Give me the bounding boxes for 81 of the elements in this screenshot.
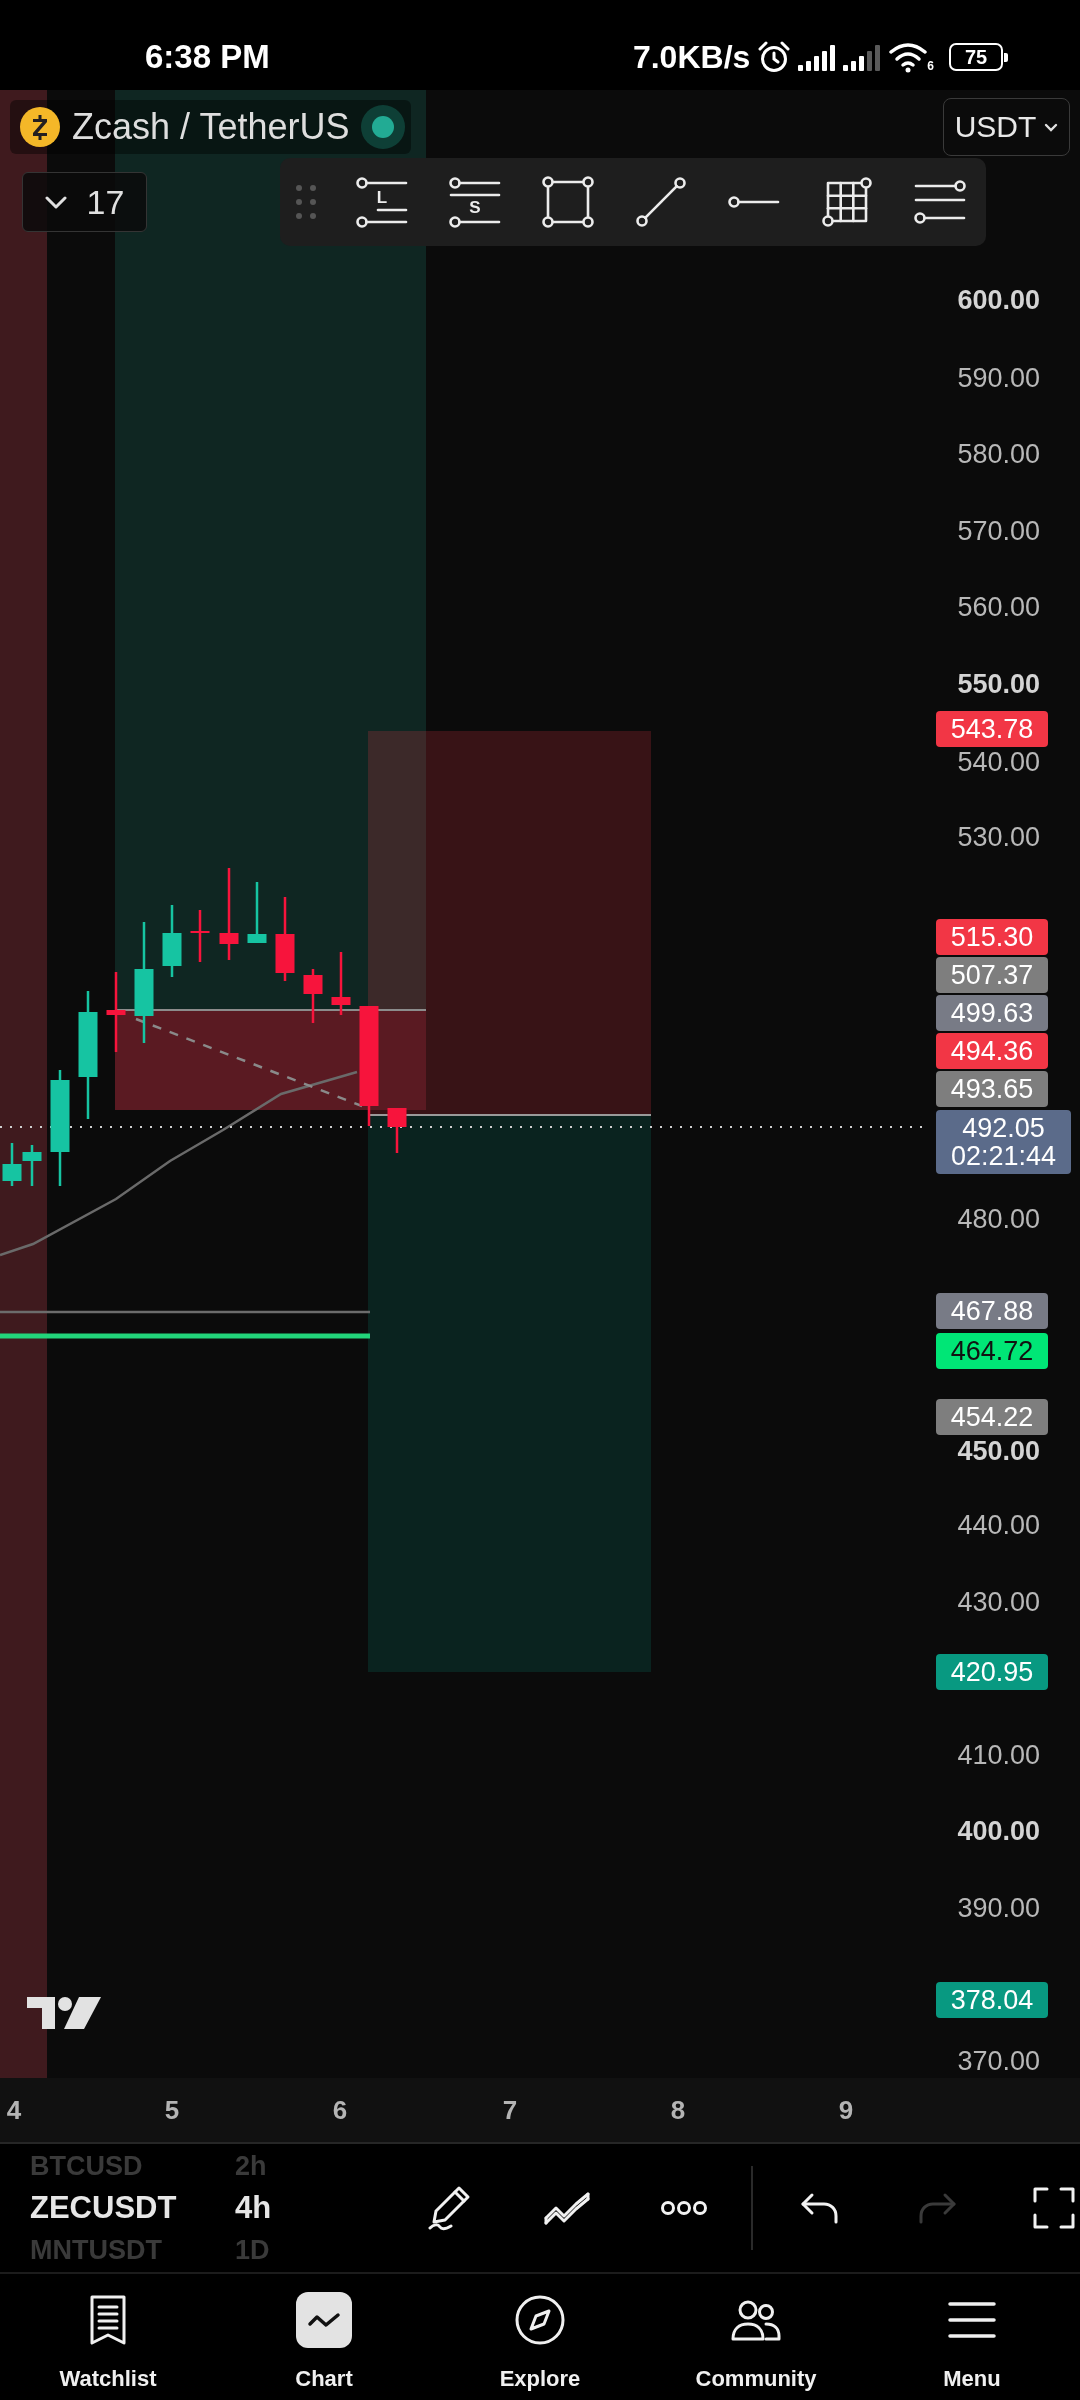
wifi-label: 6: [927, 59, 934, 72]
price-tag: 378.04: [936, 1982, 1048, 2018]
nav-tab[interactable]: Community: [648, 2274, 864, 2400]
candle: [387, 1108, 407, 1153]
price-axis-label: 410.00: [957, 1741, 1040, 1769]
coin-icon: [20, 107, 60, 147]
price-axis-label: 440.00: [957, 1511, 1040, 1539]
symbol-title: Zcash / TetherUS: [72, 106, 350, 148]
network-speed: 7.0KB/s: [632, 38, 751, 76]
price-tag: 543.78: [936, 711, 1048, 747]
price-axis-label: 400.00: [957, 1817, 1040, 1845]
price-axis-label: 540.00: [957, 748, 1040, 776]
price-axis-label: 600.00: [957, 286, 1040, 314]
price-tag: 493.65: [936, 1071, 1048, 1107]
undo-icon: [800, 2191, 840, 2225]
price-axis-label: 450.00: [957, 1437, 1040, 1465]
price-axis-label: 390.00: [957, 1894, 1040, 1922]
price-axis-label: 590.00: [957, 364, 1040, 392]
short-position-tool[interactable]: S: [443, 170, 507, 234]
ray-icon: [728, 196, 780, 208]
candle: [190, 910, 210, 962]
price-tag: 464.72: [936, 1333, 1048, 1369]
price-axis-label: 560.00: [957, 593, 1040, 621]
line-handles-icon: [449, 176, 501, 199]
chevron-down-icon: [1044, 122, 1059, 132]
price-axis-label: 480.00: [957, 1205, 1040, 1233]
price-tag: 467.88: [936, 1293, 1048, 1329]
time-axis-label: 6: [332, 2094, 348, 2126]
candle: [22, 1145, 42, 1186]
signal-icon: [843, 43, 882, 71]
drag-handle-icon: [296, 185, 316, 219]
price-axis-label: 550.00: [957, 670, 1040, 698]
fullscreen-icon: [1032, 2186, 1076, 2230]
countdown-label: 02:21:44: [950, 1142, 1057, 1170]
status-time: 6:38 PM: [145, 38, 270, 76]
signal-icon: [798, 43, 837, 71]
candle: [247, 882, 267, 943]
line-handle-icon: [449, 215, 501, 228]
symbol-picker-row[interactable]: ZECUSDT 4h: [30, 2187, 410, 2229]
time-axis-label: 9: [838, 2094, 854, 2126]
chevron-down-icon: [44, 195, 67, 209]
price-axis-label: 570.00: [957, 517, 1040, 545]
long-position-tool[interactable]: L: [350, 170, 414, 234]
battery-indicator: 75: [949, 43, 1008, 71]
wifi-icon: [888, 41, 929, 73]
nav-tab[interactable]: Explore: [432, 2274, 648, 2400]
price-axis-label: 530.00: [957, 823, 1040, 851]
price-axis-label: 430.00: [957, 1588, 1040, 1616]
candle: [303, 969, 323, 1023]
price-tag: 499.63: [936, 995, 1048, 1031]
line-handle-icon: [356, 176, 408, 189]
more-icon: [660, 2200, 708, 2216]
price-tag: 515.30: [936, 919, 1048, 955]
indicators-toggle-button[interactable]: 17: [22, 172, 147, 232]
price-label: 492.05: [962, 1114, 1045, 1142]
time-axis-label: 7: [502, 2094, 518, 2126]
nav-tab[interactable]: Chart: [216, 2274, 432, 2400]
time-axis-label: 4: [6, 2094, 22, 2126]
rectangle-icon: [542, 176, 594, 228]
trend-line-icon: [635, 176, 687, 228]
price-axis-label: 580.00: [957, 440, 1040, 468]
price-tag: 507.37: [936, 957, 1048, 993]
price-axis-label: 370.00: [957, 2047, 1040, 2075]
redo-icon: [917, 2191, 957, 2225]
time-axis-label: 8: [670, 2094, 686, 2126]
time-axis-label: 5: [164, 2094, 180, 2126]
logo-icon: [27, 1995, 101, 2031]
parallel-lines-icon: [914, 180, 966, 224]
alarm-clock-icon: [757, 40, 792, 74]
nav-tab[interactable]: Watchlist: [0, 2274, 216, 2400]
zigzag-icon: [543, 2190, 591, 2226]
candle: [162, 905, 182, 977]
chart-wave-icon: [296, 2292, 352, 2348]
price-tag: 420.95: [936, 1654, 1048, 1690]
price-tag: 454.22: [936, 1399, 1048, 1435]
price-tag: 494.36: [936, 1033, 1048, 1069]
candle: [331, 952, 351, 1015]
nav-tab[interactable]: Menu: [864, 2274, 1080, 2400]
currency-dropdown[interactable]: USDT: [943, 98, 1070, 156]
candle: [2, 1143, 22, 1186]
grid-icon: [821, 176, 873, 228]
